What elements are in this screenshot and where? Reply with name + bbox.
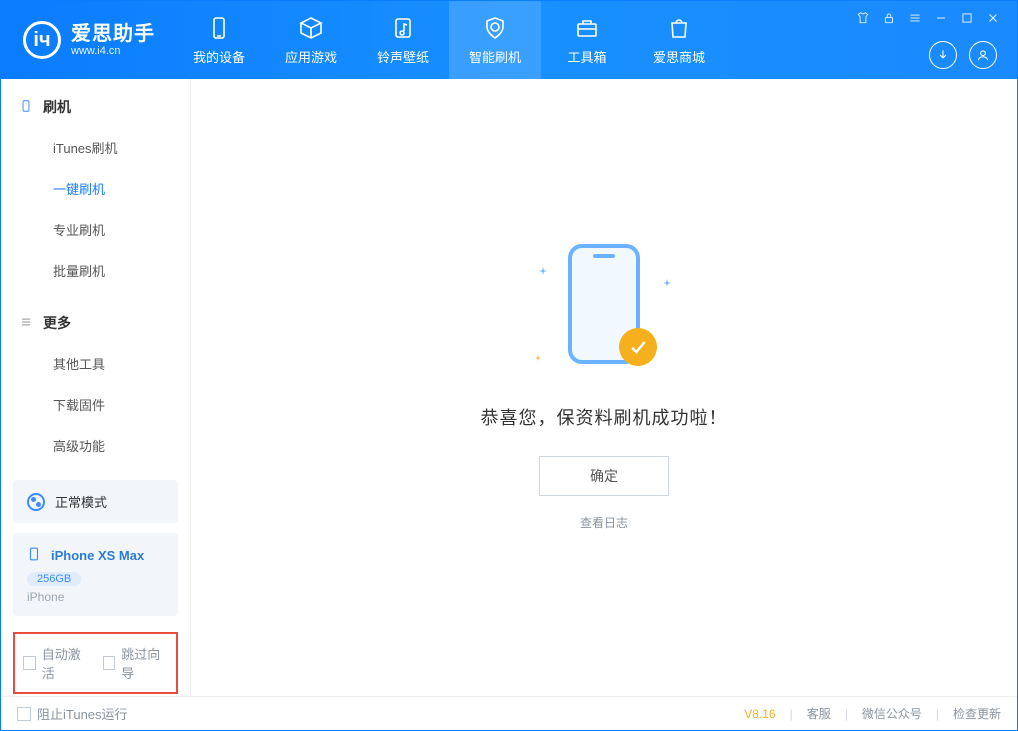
sidebar-item-pro-flash[interactable]: 专业刷机 — [1, 209, 190, 250]
success-illustration — [529, 244, 679, 374]
phone-icon — [206, 15, 232, 41]
nav-label: 智能刷机 — [469, 47, 521, 66]
nav-label: 工具箱 — [567, 47, 606, 66]
checkbox-label: 自动激活 — [42, 644, 89, 682]
app-title: 爱思助手 — [71, 23, 155, 45]
checkbox-block-itunes[interactable]: 阻止iTunes运行 — [17, 704, 128, 723]
nav-label: 应用游戏 — [285, 47, 337, 66]
checkbox-box — [23, 656, 36, 670]
device-name: iPhone XS Max — [51, 548, 144, 563]
nav-ringtone-wallpaper[interactable]: 铃声壁纸 — [357, 1, 449, 79]
menu-icon[interactable] — [907, 11, 923, 25]
nav-toolbox[interactable]: 工具箱 — [541, 1, 633, 79]
list-icon — [19, 315, 33, 332]
mode-icon — [27, 493, 45, 511]
check-badge-icon — [619, 328, 657, 366]
nav-store[interactable]: 爱思商城 — [633, 1, 725, 79]
success-message: 恭喜您，保资料刷机成功啦！ — [481, 404, 728, 430]
nav-label: 铃声壁纸 — [377, 47, 429, 66]
main-content: 恭喜您，保资料刷机成功啦！ 确定 查看日志 — [191, 79, 1017, 696]
separator: | — [790, 707, 793, 721]
nav-my-device[interactable]: 我的设备 — [173, 1, 265, 79]
download-button[interactable] — [929, 41, 957, 69]
shield-refresh-icon — [482, 15, 508, 41]
sidebar-item-batch-flash[interactable]: 批量刷机 — [1, 250, 190, 291]
cube-icon — [298, 15, 324, 41]
sidebar-item-download-firmware[interactable]: 下载固件 — [1, 384, 190, 425]
app-body: 刷机 iTunes刷机 一键刷机 专业刷机 批量刷机 更多 其他工具 下载固件 — [1, 79, 1017, 696]
separator: | — [845, 707, 848, 721]
checkbox-box — [103, 656, 116, 670]
sidebar-title: 更多 — [43, 313, 71, 333]
sidebar-section-flash: 刷机 iTunes刷机 一键刷机 专业刷机 批量刷机 — [1, 79, 190, 295]
logo: iч 爱思助手 www.i4.cn — [1, 1, 173, 79]
sidebar: 刷机 iTunes刷机 一键刷机 专业刷机 批量刷机 更多 其他工具 下载固件 — [1, 79, 191, 696]
tshirt-icon[interactable] — [855, 11, 871, 25]
sidebar-item-oneclick-flash[interactable]: 一键刷机 — [1, 168, 190, 209]
device-cards: 正常模式 iPhone XS Max 256GB iPhone — [1, 470, 190, 626]
logo-icon: iч — [23, 21, 61, 59]
nav-label: 爱思商城 — [653, 47, 705, 66]
maximize-button[interactable] — [959, 11, 975, 25]
sidebar-item-other-tools[interactable]: 其他工具 — [1, 343, 190, 384]
header-actions — [929, 41, 997, 69]
mode-label: 正常模式 — [55, 492, 107, 511]
sparkle-icon — [663, 274, 671, 282]
sparkle-icon — [539, 262, 547, 270]
separator: | — [936, 707, 939, 721]
sidebar-item-advanced[interactable]: 高级功能 — [1, 425, 190, 466]
nav-apps-games[interactable]: 应用游戏 — [265, 1, 357, 79]
checkbox-box — [17, 707, 31, 721]
checkbox-skip-guide[interactable]: 跳过向导 — [103, 644, 169, 682]
sidebar-header-more: 更多 — [1, 313, 190, 343]
device-icon — [19, 99, 33, 116]
close-button[interactable] — [985, 11, 1001, 25]
main-nav: 我的设备 应用游戏 铃声壁纸 智能刷机 工具箱 爱思商城 — [173, 1, 725, 79]
app-url: www.i4.cn — [71, 45, 155, 57]
footer-link-support[interactable]: 客服 — [807, 705, 831, 722]
minimize-button[interactable] — [933, 11, 949, 25]
app-window: iч 爱思助手 www.i4.cn 我的设备 应用游戏 铃声壁纸 智能刷机 — [0, 0, 1018, 731]
music-file-icon — [390, 15, 416, 41]
device-card[interactable]: iPhone XS Max 256GB iPhone — [13, 533, 178, 616]
footer-link-wechat[interactable]: 微信公众号 — [862, 705, 922, 722]
sidebar-item-itunes-flash[interactable]: iTunes刷机 — [1, 127, 190, 168]
shopping-bag-icon — [666, 15, 692, 41]
checkbox-auto-activate[interactable]: 自动激活 — [23, 644, 89, 682]
nav-label: 我的设备 — [193, 47, 245, 66]
sidebar-section-more: 更多 其他工具 下载固件 高级功能 — [1, 295, 190, 470]
sparkle-icon — [535, 348, 541, 354]
device-storage: 256GB — [27, 572, 81, 586]
checkbox-label: 跳过向导 — [121, 644, 168, 682]
sidebar-title: 刷机 — [43, 97, 71, 117]
nav-smart-flash[interactable]: 智能刷机 — [449, 1, 541, 79]
ok-button[interactable]: 确定 — [539, 456, 669, 496]
checkbox-label: 阻止iTunes运行 — [37, 704, 128, 723]
window-controls — [855, 11, 1001, 25]
sidebar-header-flash: 刷机 — [1, 97, 190, 127]
device-phone-icon — [27, 545, 41, 566]
toolbox-icon — [574, 15, 600, 41]
app-header: iч 爱思助手 www.i4.cn 我的设备 应用游戏 铃声壁纸 智能刷机 — [1, 1, 1017, 79]
footer: 阻止iTunes运行 V8.16 | 客服 | 微信公众号 | 检查更新 — [1, 696, 1017, 730]
lock-icon[interactable] — [881, 11, 897, 25]
mode-card[interactable]: 正常模式 — [13, 480, 178, 523]
device-type: iPhone — [27, 590, 164, 604]
options-row: 自动激活 跳过向导 — [13, 632, 178, 694]
user-button[interactable] — [969, 41, 997, 69]
footer-link-update[interactable]: 检查更新 — [953, 705, 1001, 722]
version-label: V8.16 — [744, 707, 775, 721]
view-log-link[interactable]: 查看日志 — [580, 514, 628, 531]
